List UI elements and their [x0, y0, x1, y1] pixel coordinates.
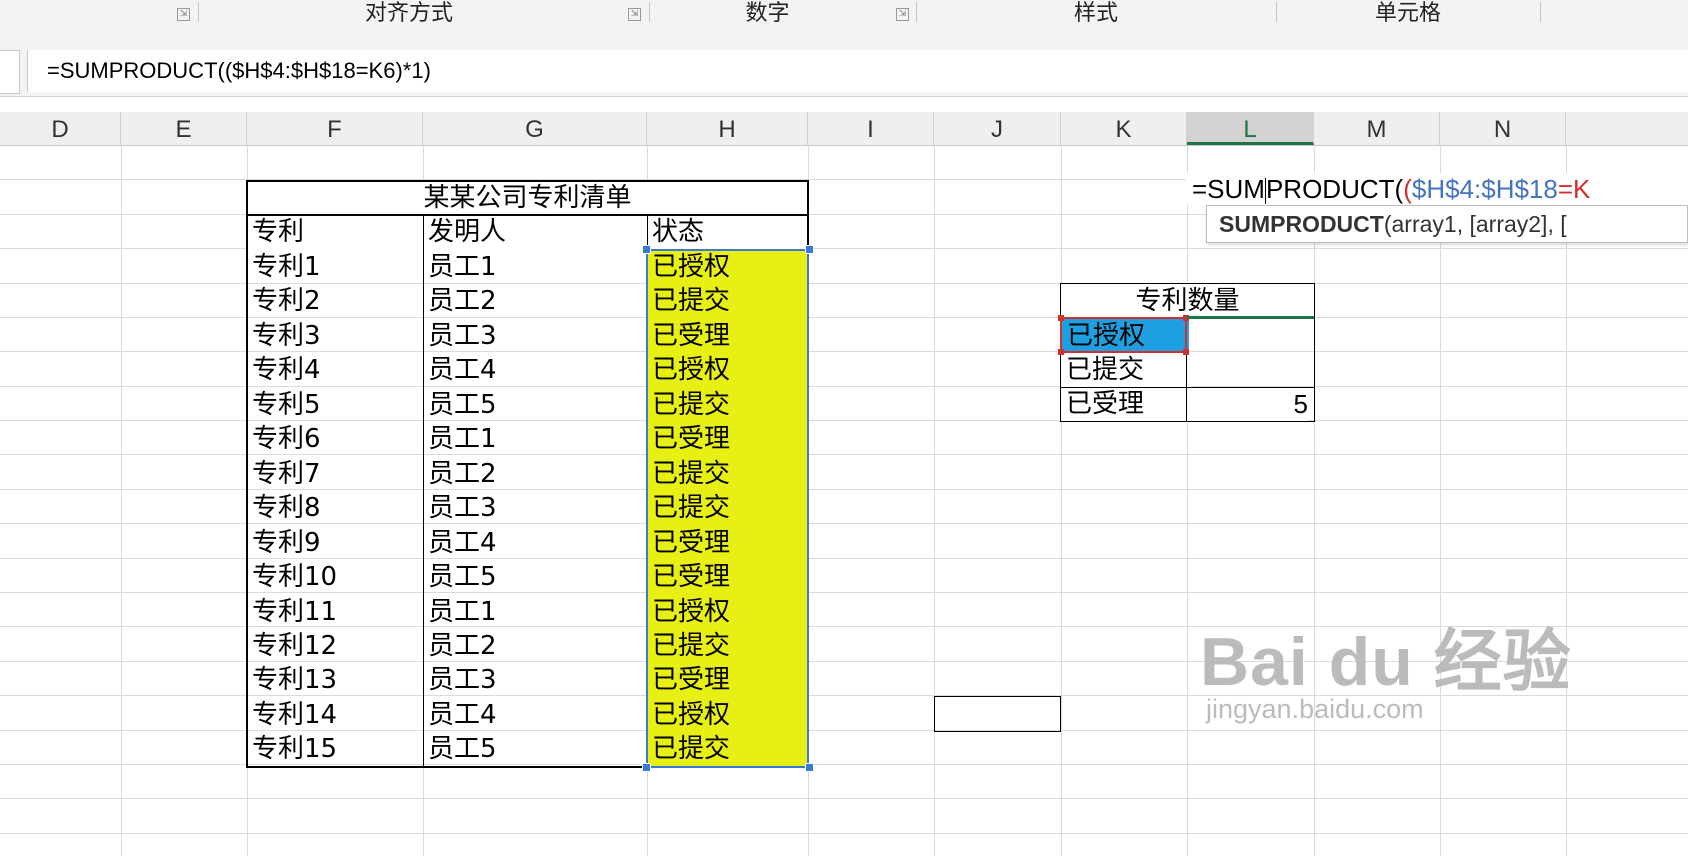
ribbon-group-styles: 样式	[1073, 1, 1118, 26]
patent-name-cell[interactable]: 专利1	[247, 250, 428, 284]
patent-name-cell[interactable]: 专利2	[247, 284, 428, 318]
range-selection-h4-h18	[646, 249, 809, 768]
inventor-cell[interactable]: 员工4	[423, 698, 652, 732]
column-header-d[interactable]: D	[0, 112, 121, 145]
reference-highlight-k6	[1060, 317, 1187, 353]
column-header-row: D E F G H I J K L M N	[0, 112, 1688, 146]
ribbon-group-cells: 单元格	[1374, 1, 1441, 26]
column-header-g[interactable]: G	[423, 112, 647, 145]
dialog-launcher-icon[interactable]: ⇲	[177, 8, 190, 21]
patent-name-cell[interactable]: 专利8	[247, 491, 428, 525]
summary-value-accepted[interactable]: 5	[1187, 387, 1308, 421]
column-header-i[interactable]: I	[808, 112, 934, 145]
inventor-cell[interactable]: 员工2	[423, 457, 652, 491]
inventor-cell[interactable]: 员工2	[423, 284, 652, 318]
column-header-n[interactable]: N	[1440, 112, 1566, 145]
editor-text-cell-ref: =K	[1557, 174, 1591, 204]
patent-name-cell[interactable]: 专利7	[247, 457, 428, 491]
inventor-cell[interactable]: 员工1	[423, 422, 652, 456]
column-header-k[interactable]: K	[1061, 112, 1187, 145]
patent-name-cell[interactable]: 专利3	[247, 319, 428, 353]
patent-table-title[interactable]: 某某公司专利清单	[247, 181, 808, 215]
active-cell-top-border	[1187, 316, 1314, 319]
ribbon-group-number: 数字	[745, 1, 790, 26]
formula-input[interactable]: =SUMPRODUCT(($H$4:$H$18=K6)*1)	[27, 50, 1688, 92]
column-header-f[interactable]: F	[247, 112, 423, 145]
summary-label-submitted[interactable]: 已提交	[1061, 353, 1192, 387]
editor-text-paren: (	[1403, 174, 1412, 204]
inventor-cell[interactable]: 员工1	[423, 595, 652, 629]
inventor-cell[interactable]: 员工2	[423, 629, 652, 663]
inventor-cell[interactable]: 员工4	[423, 353, 652, 387]
patent-name-cell[interactable]: 专利13	[247, 663, 428, 697]
patent-name-cell[interactable]: 专利9	[247, 526, 428, 560]
patent-name-cell[interactable]: 专利6	[247, 422, 428, 456]
editor-text-range-ref: $H$4:$H$18	[1411, 174, 1558, 204]
patent-name-cell[interactable]: 专利14	[247, 698, 428, 732]
baidu-logo: Bai du 经验	[1200, 624, 1572, 700]
ribbon-group-alignment: 对齐方式	[364, 1, 453, 26]
patent-name-cell[interactable]: 专利5	[247, 388, 428, 422]
patent-name-cell[interactable]: 专利11	[247, 595, 428, 629]
editor-text-product: PRODUCT(	[1265, 174, 1404, 204]
function-argument-tooltip[interactable]: SUMPRODUCT(array1, [array2], [	[1206, 205, 1688, 243]
patent-name-cell[interactable]: 专利15	[247, 732, 428, 766]
editor-text-sum: =SUM	[1192, 174, 1265, 204]
alignment-dialog-launcher-icon[interactable]: ⇲	[628, 8, 641, 21]
bordered-cell-j17[interactable]	[934, 696, 1061, 732]
column-header-o[interactable]	[1566, 112, 1688, 145]
sheet-grid[interactable]: 某某公司专利清单 专利 发明人 状态 专利1 员工1 已授权 专利2 员工2 已提交 专利3…	[0, 146, 1688, 856]
inventor-cell[interactable]: 员工5	[423, 732, 652, 766]
tooltip-function-name[interactable]: SUMPRODUCT	[1219, 211, 1384, 237]
patent-name-cell[interactable]: 专利4	[247, 353, 428, 387]
tooltip-arguments: (array1, [array2], [	[1383, 211, 1567, 237]
inventor-cell[interactable]: 员工5	[423, 388, 652, 422]
group-separator	[1540, 2, 1541, 22]
column-header-e[interactable]: E	[121, 112, 247, 145]
header-status[interactable]: 状态	[647, 215, 813, 249]
summary-label-accepted[interactable]: 已受理	[1061, 387, 1192, 421]
inventor-cell[interactable]: 员工1	[423, 250, 652, 284]
inventor-cell[interactable]: 员工3	[423, 491, 652, 525]
inventor-cell[interactable]: 员工3	[423, 663, 652, 697]
column-header-m[interactable]: M	[1314, 112, 1440, 145]
inventor-cell[interactable]: 员工5	[423, 560, 652, 594]
cell-editor-l6[interactable]: =SUMPRODUCT(($H$4:$H$18=K	[1186, 173, 1688, 205]
patent-name-cell[interactable]: 专利12	[247, 629, 428, 663]
column-header-h[interactable]: H	[647, 112, 808, 145]
number-dialog-launcher-icon[interactable]: ⇲	[896, 8, 909, 21]
column-header-l[interactable]: L	[1187, 112, 1314, 145]
inventor-cell[interactable]: 员工3	[423, 319, 652, 353]
summary-table-title[interactable]: 专利数量	[1061, 284, 1314, 318]
inventor-cell[interactable]: 员工4	[423, 526, 652, 560]
name-box[interactable]	[0, 50, 20, 94]
patent-name-cell[interactable]: 专利10	[247, 560, 428, 594]
ribbon-group-strip: ⇲ 对齐方式 ⇲ 数字 ⇲ 样式 单元格	[0, 0, 1688, 31]
baidu-watermark: Bai du 经验 jingyan.baidu.com	[1200, 624, 1572, 724]
header-inventor[interactable]: 发明人	[423, 215, 652, 249]
column-header-j[interactable]: J	[934, 112, 1061, 145]
header-patent[interactable]: 专利	[247, 215, 428, 249]
